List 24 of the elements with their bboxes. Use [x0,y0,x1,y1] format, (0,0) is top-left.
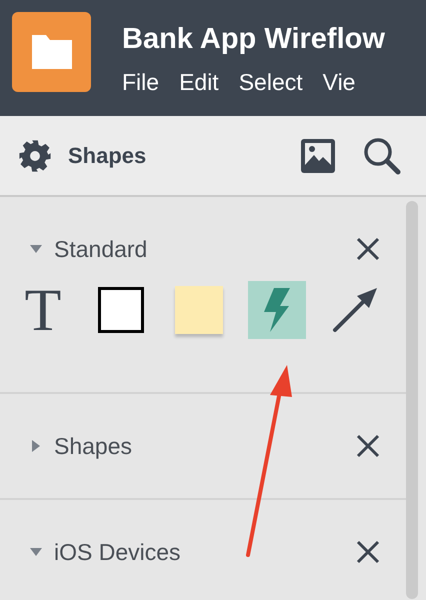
menu-item[interactable]: Vie [322,68,356,96]
close-icon[interactable] [356,237,380,261]
text-tool[interactable]: T [14,281,72,339]
search-icon[interactable] [362,136,402,176]
expand-icon[interactable] [30,440,42,452]
menu-item[interactable]: File [122,68,160,96]
image-icon[interactable] [300,138,336,174]
lightning-icon [262,288,292,332]
menu-item[interactable]: Select [238,68,303,96]
panel-title: Shapes [68,142,146,168]
lightning-tool[interactable] [248,281,306,339]
close-icon[interactable] [356,540,380,564]
section-title[interactable]: iOS Devices [54,538,181,566]
collapse-icon[interactable] [30,243,42,255]
settings-icon[interactable] [18,138,52,172]
section-title[interactable]: Standard [54,236,148,262]
document-title: Bank App Wireflow [122,22,385,56]
menu-item[interactable]: Edit [179,68,219,96]
collapse-icon[interactable] [30,546,42,558]
close-icon[interactable] [356,434,380,458]
arrow-icon [331,286,379,334]
section-title[interactable]: Shapes [54,432,132,460]
scrollbar[interactable] [406,201,418,599]
folder-icon [32,35,72,69]
